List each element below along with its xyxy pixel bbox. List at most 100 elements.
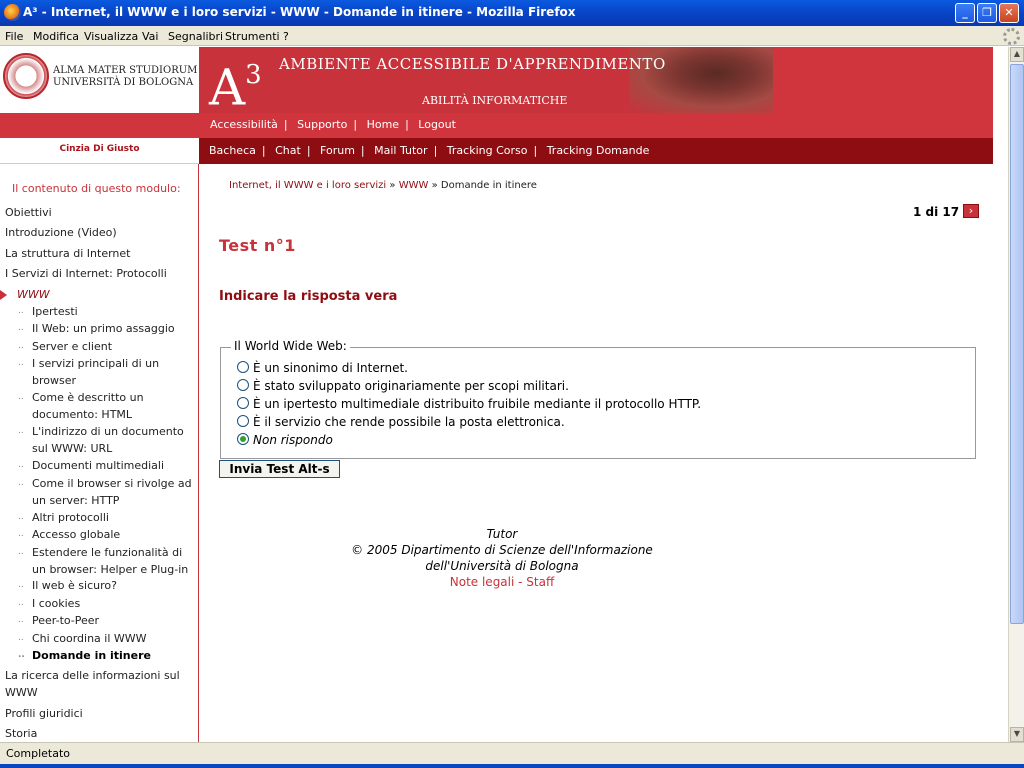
page-counter: 1 di 17 [913, 205, 960, 219]
sidebar-item-www[interactable]: WWW [0, 286, 50, 303]
sidebar-item-ipertesti[interactable]: Ipertesti [18, 303, 198, 320]
scroll-up-button[interactable]: ▲ [1010, 47, 1024, 62]
sidebar-item-storia[interactable]: Storia [5, 725, 197, 742]
footer-university: dell'Università di Bologna [425, 559, 579, 573]
sidebar-item-chi-coordina[interactable]: Chi coordina il WWW [18, 630, 198, 647]
radio-option-5[interactable] [237, 433, 249, 445]
throbber-icon [1003, 28, 1020, 45]
banner-logo: A3 [209, 58, 262, 113]
sidebar-item-ricerca[interactable]: La ricerca delle informazioni sul WWW [5, 667, 197, 701]
current-section-arrow-icon [0, 290, 7, 300]
sidebar-item-introduzione[interactable]: Introduzione (Video) [5, 224, 197, 241]
restore-button[interactable]: ❐ [977, 3, 997, 23]
nav-forum[interactable]: Forum [320, 144, 355, 157]
breadcrumb-current: Domande in itinere [440, 180, 537, 191]
minimize-button[interactable]: _ [955, 3, 975, 23]
breadcrumb-link-internet[interactable]: Internet, il WWW e i loro servizi [229, 180, 386, 191]
menu-help[interactable]: ? [283, 30, 289, 43]
sidebar-item-multimediali[interactable]: Documenti multimediali [18, 457, 198, 474]
user-name: Cinzia Di Giusto [59, 144, 140, 154]
nav-chat[interactable]: Chat [275, 144, 301, 157]
menu-modifica[interactable]: Modifica [33, 30, 79, 43]
submit-test-button[interactable]: Invia Test Alt-s [219, 460, 340, 478]
menu-visualizza[interactable]: Visualizza [84, 30, 138, 43]
vertical-scrollbar[interactable]: ▲ ▼ [1008, 47, 1024, 742]
breadcrumb-link-www[interactable]: WWW [399, 180, 429, 191]
breadcrumb: Internet, il WWW e i loro servizi » WWW … [229, 180, 537, 191]
page-footer: Tutor © 2005 Dipartimento di Scienze del… [332, 526, 672, 590]
sidebar-item-cookies[interactable]: I cookies [18, 595, 198, 612]
answer-option-2[interactable]: È stato sviluppato originariamente per s… [237, 379, 569, 393]
sidebar-item-p2p[interactable]: Peer-to-Peer [18, 612, 198, 629]
course-navigation: Bacheca | Chat | Forum | Mail Tutor | Tracki… [199, 138, 993, 164]
question-text: Indicare la risposta vera [219, 289, 398, 304]
window-titlebar: A³ - Internet, il WWW e i loro servizi -… [0, 0, 1024, 26]
nav-accessibilita[interactable]: Accessibilità [210, 118, 278, 131]
radio-option-2[interactable] [237, 379, 249, 391]
next-page-arrow-icon[interactable]: › [963, 204, 979, 218]
sidebar-item-altri-protocolli[interactable]: Altri protocolli [18, 509, 198, 526]
sidebar-item-web-assaggio[interactable]: Il Web: un primo assaggio [18, 320, 198, 337]
menubar: File Modifica Visualizza Vai Segnalibri … [0, 26, 1024, 46]
module-sidebar: Il contenuto di questo modulo: Obiettivi… [0, 164, 199, 742]
scroll-down-button[interactable]: ▼ [1010, 727, 1024, 742]
sidebar-item-sicuro[interactable]: Il web è sicuro? [18, 577, 198, 594]
main-panel: Internet, il WWW e i loro servizi » WWW … [200, 164, 993, 742]
university-logo[interactable]: ALMA MATER STUDIORUM UNIVERSITÀ DI BOLOG… [0, 47, 199, 113]
sidebar-item-servizi-browser[interactable]: I servizi principali di un browser [18, 355, 198, 389]
page-content: ALMA MATER STUDIORUM UNIVERSITÀ DI BOLOG… [0, 47, 993, 742]
sidebar-item-http[interactable]: Come il browser si rivolge ad un server:… [18, 475, 198, 509]
radio-option-1[interactable] [237, 361, 249, 373]
window-title: A³ - Internet, il WWW e i loro servizi -… [23, 5, 576, 19]
banner: A3 AMBIENTE ACCESSIBILE D'APPRENDIMENTO … [199, 47, 773, 113]
sidebar-item-obiettivi[interactable]: Obiettivi [5, 204, 197, 221]
sidebar-item-domande[interactable]: Domande in itinere [18, 647, 198, 664]
answer-fieldset: Il World Wide Web: È un sinonimo di Inte… [220, 339, 976, 459]
footer-copyright: © 2005 Dipartimento di Scienze dell'Info… [351, 543, 653, 557]
firefox-icon [4, 4, 21, 21]
answer-option-3[interactable]: È un ipertesto multimediale distribuito … [237, 397, 701, 411]
sidebar-item-html[interactable]: Come è descritto un documento: HTML [18, 389, 198, 423]
banner-subtitle: ABILITÀ INFORMATICHE [422, 94, 568, 107]
sidebar-item-profili[interactable]: Profili giuridici [5, 705, 197, 722]
sidebar-item-url[interactable]: L'indirizzo di un documento sul WWW: URL [18, 423, 198, 457]
answer-option-5[interactable]: Non rispondo [237, 433, 333, 447]
banner-title: AMBIENTE ACCESSIBILE D'APPRENDIMENTO [279, 55, 666, 73]
fieldset-legend: Il World Wide Web: [231, 339, 350, 353]
footer-tutor[interactable]: Tutor [332, 526, 672, 542]
menu-segnalibri[interactable]: Segnalibri [168, 30, 223, 43]
menu-strumenti[interactable]: Strumenti [225, 30, 280, 43]
footer-legal-link[interactable]: Note legali - Staff [332, 574, 672, 590]
sidebar-item-struttura[interactable]: La struttura di Internet [5, 245, 197, 262]
sidebar-item-accesso-globale[interactable]: Accesso globale [18, 526, 198, 543]
statusbar: Completato [0, 742, 1024, 768]
nav-logout[interactable]: Logout [418, 118, 456, 131]
banner-extension [773, 47, 993, 113]
nav-tracking-corso[interactable]: Tracking Corso [447, 144, 528, 157]
nav-supporto[interactable]: Supporto [297, 118, 347, 131]
radio-option-4[interactable] [237, 415, 249, 427]
scroll-thumb[interactable] [1010, 64, 1024, 624]
sidebar-item-server-client[interactable]: Server e client [18, 338, 198, 355]
sidebar-item-servizi[interactable]: I Servizi di Internet: Protocolli [5, 265, 197, 282]
menu-vai[interactable]: Vai [142, 30, 158, 43]
user-box: Cinzia Di Giusto [0, 138, 199, 164]
window-bottom-edge [0, 764, 1024, 768]
nav-mail-tutor[interactable]: Mail Tutor [374, 144, 427, 157]
university-name: ALMA MATER STUDIORUM UNIVERSITÀ DI BOLOG… [53, 65, 198, 88]
test-title: Test n°1 [219, 236, 296, 255]
nav-home[interactable]: Home [367, 118, 399, 131]
radio-option-3[interactable] [237, 397, 249, 409]
nav-bacheca[interactable]: Bacheca [209, 144, 256, 157]
answer-option-1[interactable]: È un sinonimo di Internet. [237, 361, 408, 375]
university-seal-icon [3, 53, 49, 99]
status-text: Completato [6, 747, 71, 760]
close-button[interactable]: ✕ [999, 3, 1019, 23]
answer-option-4[interactable]: È il servizio che rende possibile la pos… [237, 415, 565, 429]
sidebar-item-plugin[interactable]: Estendere le funzionalità di un browser:… [18, 544, 198, 578]
sidebar-title: Il contenuto di questo modulo: [12, 182, 181, 195]
menu-file[interactable]: File [5, 30, 23, 43]
nav-tracking-domande[interactable]: Tracking Domande [547, 144, 650, 157]
page-gutter [993, 47, 1008, 742]
top-navigation: Accessibilità | Supporto | Home | Logout [0, 113, 993, 138]
